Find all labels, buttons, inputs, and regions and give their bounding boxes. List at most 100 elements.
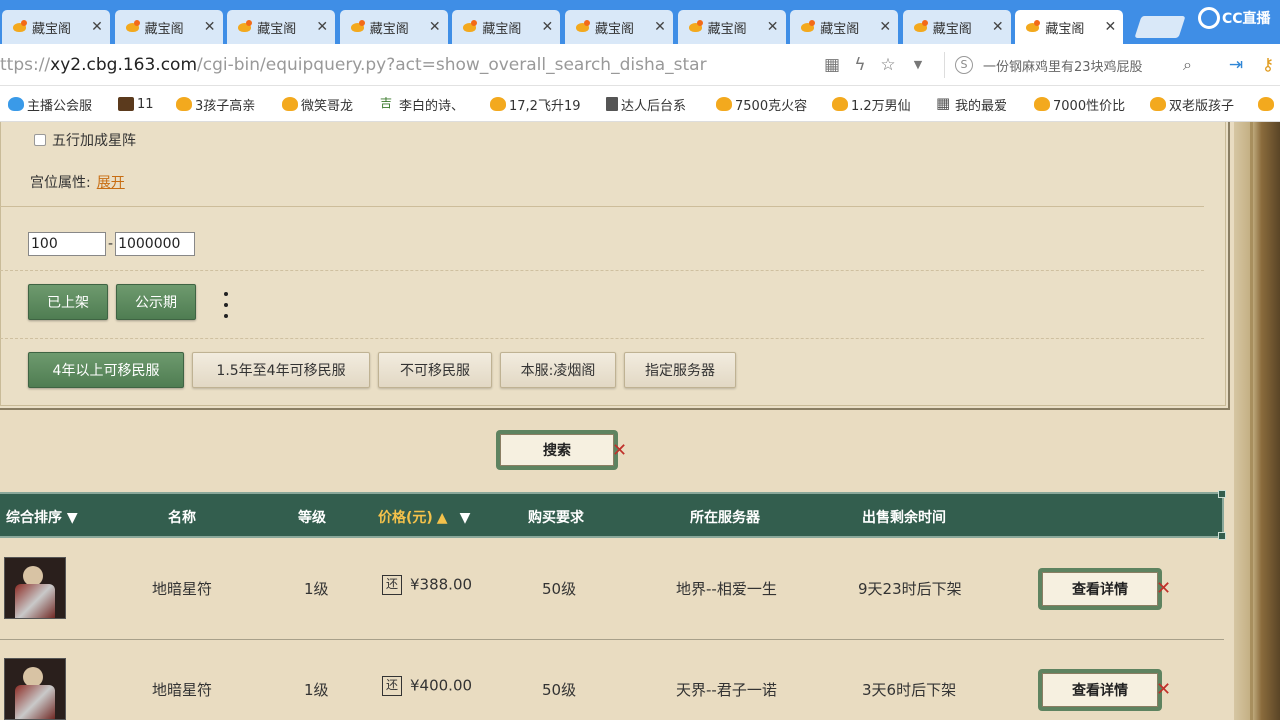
header-name: 名称 [168,510,196,526]
close-icon[interactable]: ✕ [651,19,669,35]
browser-tab[interactable]: 藏宝阁 ✕ [790,10,899,44]
gongwei-attribute-row: 宫位属性: 展开 [30,172,125,192]
url-host: xy2.cbg.163.com [50,55,198,75]
chevron-down-icon[interactable]: ▼ [908,55,928,75]
wuxing-checkbox[interactable] [34,134,46,146]
close-icon[interactable]: ✕ [989,19,1007,35]
price-header-label: 价格(元) [378,510,433,526]
close-icon[interactable]: ✕ [538,19,556,35]
bookmark-icon [8,97,24,111]
view-details-button[interactable]: 查看详情 [1038,669,1162,711]
bookmark-icon [118,97,134,111]
bookmark-item[interactable]: 7000性价比 [1034,95,1125,114]
view-details-button[interactable]: 查看详情 [1038,568,1162,610]
browser-search-box[interactable]: S ⌕ [944,52,1204,78]
brand-label: CC直播 [1222,11,1271,27]
close-icon[interactable]: ✕ [426,19,444,35]
bookmark-item[interactable]: 达人后台系 [606,95,686,114]
qr-icon[interactable]: ▦ [822,55,842,75]
item-server: 地界--相爱一生 [676,580,777,598]
cc-live-logo: CC直播 [1198,6,1271,30]
bookmark-icon [716,97,732,111]
browser-tab[interactable]: 藏宝阁 ✕ [114,10,223,44]
sort-dropdown[interactable]: 综合排序 ▼ [6,507,78,527]
browser-tab[interactable]: 藏宝阁 ✕ [339,10,448,44]
url-scheme: ttps:// [0,55,51,75]
browser-tab[interactable]: 藏宝阁 ✕ [227,10,336,44]
search-button[interactable]: 搜索 [496,430,618,470]
server-filter-4yr-button[interactable]: 4年以上可移民服 [28,352,184,388]
bookmark-icon [282,97,298,111]
public-period-button[interactable]: 公示期 [116,284,196,320]
sort-asc-icon[interactable]: ▲ [437,510,448,526]
browser-tab[interactable]: 藏宝阁 ✕ [565,10,673,44]
button-label: 4年以上可移民服 [52,363,160,379]
listed-status-button[interactable]: 已上架 [28,284,108,320]
view-details-label: 查看详情 [1042,673,1158,707]
bookmark-label: 3孩子高亲 [195,98,256,114]
magnifier-icon[interactable]: ⌕ [1183,55,1192,75]
new-tab-button[interactable] [1134,16,1186,38]
sort-desc-icon[interactable]: ▼ [460,510,471,526]
login-icon[interactable]: ⇥ [1226,55,1246,75]
more-options-icon[interactable] [218,290,234,320]
close-icon[interactable]: ✕ [201,19,219,35]
browser-search-input[interactable] [983,57,1163,73]
server-filter-specify-button[interactable]: 指定服务器 [624,352,736,388]
bookmark-item[interactable]: 微笑哥龙 [282,95,353,114]
server-filter-no-migrate-button[interactable]: 不可移民服 [378,352,492,388]
star-icon[interactable]: ☆ [878,55,898,75]
server-filter-1-5yr-button[interactable]: 1.5年至4年可移民服 [192,352,370,388]
corner-ornament [1218,490,1226,498]
bookmark-item[interactable]: 11 [118,95,154,113]
search-engine-icon: S [955,56,973,74]
price-value: ¥400.00 [410,676,473,695]
lightning-icon[interactable]: ϟ [850,55,870,75]
bookmark-item[interactable]: 双老版孩子 [1150,95,1234,114]
cc-logo-icon [1198,7,1220,29]
close-icon[interactable]: ✕ [1101,19,1119,35]
close-icon[interactable]: ✕ [88,19,106,35]
tab-title: 藏宝阁 [32,21,72,37]
cbg-favicon-icon [800,19,816,35]
gongwei-expand-link[interactable]: 展开 [97,175,125,191]
server-filter-current-button[interactable]: 本服:凌烟阁 [500,352,616,388]
close-icon[interactable]: ✕ [313,19,331,35]
corner-ornament [1218,532,1226,540]
close-icon[interactable]: ✕ [876,19,894,35]
header-price[interactable]: 价格(元) ▲ ▼ [378,507,470,527]
price-max-input[interactable] [115,232,196,256]
bookmark-item[interactable]: 李白的诗、 [380,94,464,114]
bookmark-item[interactable]: 主播公会服 [8,95,92,114]
bookmark-item[interactable]: 7500克火容 [716,95,807,114]
bookmark-icon [176,97,192,111]
url-field[interactable]: ttps://xy2.cbg.163.com/cgi-bin/equipquer… [0,55,707,75]
page-content: 五行加成星阵 宫位属性: 展开 - 已上架 公示期 4年以上可移民服 1.5年至4… [0,122,1280,720]
key-icon[interactable]: ⚷ [1258,55,1278,75]
bookmark-more[interactable] [1258,95,1277,113]
button-label: 指定服务器 [645,363,715,379]
bookmarks-bar: 主播公会服 11 3孩子高亲 微笑哥龙 李白的诗、 17,2飞升19 达人后台系 7500克火… [0,86,1280,122]
item-thumbnail[interactable] [4,557,66,619]
browser-tab[interactable]: 藏宝阁 ✕ [1015,10,1124,44]
header-server: 所在服务器 [690,510,760,526]
bookmark-item[interactable]: 1.2万男仙 [832,95,911,114]
bookmark-item[interactable]: 我的最爱 [936,94,1007,114]
button-label: 公示期 [135,295,177,311]
browser-tab[interactable]: 藏宝阁 ✕ [2,10,110,44]
browser-tab[interactable]: 藏宝阁 ✕ [452,10,561,44]
wuxing-checkbox-label: 五行加成星阵 [52,133,136,149]
browser-tab[interactable]: 藏宝阁 ✕ [902,10,1011,44]
bookmark-item[interactable]: 17,2飞升19 [490,95,581,114]
cbg-favicon-icon [688,19,704,35]
item-thumbnail[interactable] [4,658,66,720]
bookmark-item[interactable]: 3孩子高亲 [176,95,256,114]
price-min-input[interactable] [28,232,106,256]
tab-title: 藏宝阁 [369,21,409,37]
browser-tab[interactable]: 藏宝阁 ✕ [677,10,786,44]
cbg-favicon-icon [913,19,929,35]
tab-title: 藏宝阁 [1045,21,1085,37]
close-icon[interactable]: ✕ [764,19,782,35]
wuxing-filter[interactable]: 五行加成星阵 [34,130,136,150]
sort-label: 综合排序 [6,510,62,526]
